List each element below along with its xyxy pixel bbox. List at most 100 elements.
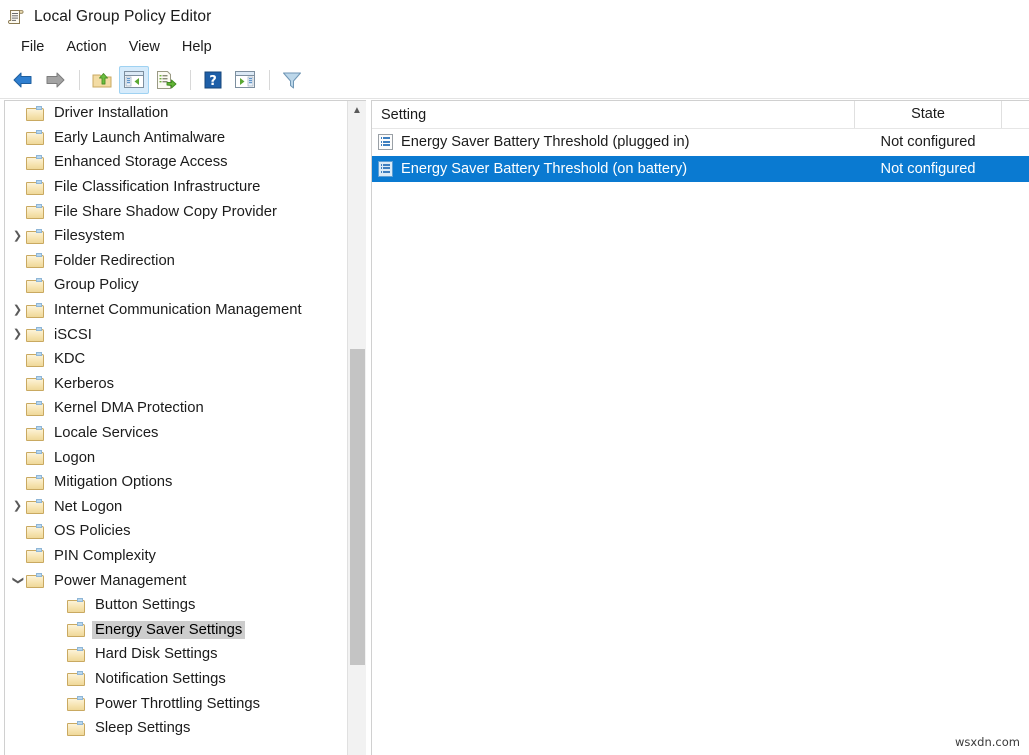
tree-list[interactable]: Driver Installation Early Launch Antimal… <box>5 101 346 755</box>
tree-item-hard-disk-settings[interactable]: Hard Disk Settings <box>5 642 346 667</box>
show-hide-action-pane-button[interactable] <box>230 66 260 94</box>
folder-icon <box>67 696 85 712</box>
tree-item-mitigation-options[interactable]: Mitigation Options <box>5 470 346 495</box>
folder-icon <box>26 376 44 392</box>
setting-name: Energy Saver Battery Threshold (plugged … <box>401 134 690 151</box>
tree-item-label: Power Throttling Settings <box>95 695 261 712</box>
tree-item-logon[interactable]: Logon <box>5 445 346 470</box>
column-header-state[interactable]: State <box>854 101 1002 128</box>
toolbar-separator <box>79 69 80 90</box>
tree-item-pin-complexity[interactable]: PIN Complexity <box>5 544 346 569</box>
folder-icon <box>67 597 85 613</box>
tree-item-folder-redirection[interactable]: Folder Redirection <box>5 249 346 274</box>
tree-item-net-logon[interactable]: ❯ Net Logon <box>5 495 346 520</box>
chevron-right-icon[interactable]: ❯ <box>9 304 26 316</box>
tree-item-label: OS Policies <box>54 523 131 540</box>
folder-icon <box>26 400 44 416</box>
tree-item-filesystem[interactable]: ❯ Filesystem <box>5 224 346 249</box>
cell-state: Not configured <box>880 134 976 151</box>
tree-item-sleep-settings[interactable]: Sleep Settings <box>5 716 346 741</box>
export-list-button[interactable] <box>151 66 181 94</box>
folder-icon <box>26 425 44 441</box>
tree-item-label: Hard Disk Settings <box>95 646 218 663</box>
tree-item-internet-communication-management[interactable]: ❯ Internet Communication Management <box>5 298 346 323</box>
menu-item-action[interactable]: Action <box>55 37 117 57</box>
tree-item-label: File Classification Infrastructure <box>54 179 261 196</box>
tree-vertical-scrollbar[interactable]: ▲ <box>347 101 366 755</box>
tree-item-enhanced-storage-access[interactable]: Enhanced Storage Access <box>5 150 346 175</box>
tree-item-kernel-dma-protection[interactable]: Kernel DMA Protection <box>5 396 346 421</box>
tree-item-kerberos[interactable]: Kerberos <box>5 372 346 397</box>
folder-icon <box>26 327 44 343</box>
toolbar: ? APPUALS <box>0 61 1029 174</box>
cell-state: Not configured <box>880 160 976 177</box>
tree-item-label: Notification Settings <box>95 670 226 687</box>
folder-icon <box>26 302 44 318</box>
back-button[interactable] <box>8 66 38 94</box>
up-one-level-button[interactable] <box>87 66 117 94</box>
folder-icon <box>26 499 44 515</box>
cell-setting: Energy Saver Battery Threshold (on batte… <box>372 160 854 177</box>
settings-list-body[interactable]: Energy Saver Battery Threshold (plugged … <box>372 129 1029 182</box>
scroll-up-arrow-icon[interactable]: ▲ <box>348 101 366 120</box>
tree-item-file-share-shadow-copy-provider[interactable]: File Share Shadow Copy Provider <box>5 199 346 224</box>
tree-item-kdc[interactable]: KDC <box>5 347 346 372</box>
tree-item-driver-installation[interactable]: Driver Installation <box>5 101 346 126</box>
menu-item-help[interactable]: Help <box>171 37 223 57</box>
tree-item-early-launch-antimalware[interactable]: Early Launch Antimalware <box>5 126 346 151</box>
tree-item-power-management[interactable]: ❯ Power Management <box>5 568 346 593</box>
scrollbar-thumb[interactable] <box>350 349 365 665</box>
title-bar: Local Group Policy Editor <box>0 0 1029 33</box>
column-header-setting[interactable]: Setting <box>372 107 854 123</box>
tree-item-energy-saver-settings[interactable]: Energy Saver Settings <box>5 617 346 642</box>
chevron-down-icon[interactable]: ❯ <box>12 572 24 589</box>
tree-item-file-classification-infrastructure[interactable]: File Classification Infrastructure <box>5 175 346 200</box>
chevron-right-icon[interactable]: ❯ <box>9 329 26 340</box>
tree-item-notification-settings[interactable]: Notification Settings <box>5 667 346 692</box>
folder-icon <box>26 523 44 539</box>
folder-icon <box>67 720 85 736</box>
tree-item-group-policy[interactable]: Group Policy <box>5 273 346 298</box>
folder-icon <box>26 351 44 367</box>
toolbar-separator <box>190 69 191 90</box>
settings-list-panel: Setting State Energy Saver Battery Thres… <box>371 100 1029 755</box>
menu-item-file[interactable]: File <box>10 37 55 57</box>
tree-item-label: Sleep Settings <box>95 720 191 737</box>
table-row[interactable]: Energy Saver Battery Threshold (plugged … <box>372 129 1029 156</box>
tree-item-iscsi[interactable]: ❯ iSCSI <box>5 322 346 347</box>
chevron-right-icon[interactable]: ❯ <box>9 501 26 512</box>
tree-item-label: Kerberos <box>54 375 115 392</box>
tree-item-button-settings[interactable]: Button Settings <box>5 593 346 618</box>
tree-item-label: Energy Saver Settings <box>92 620 246 639</box>
policy-setting-icon <box>378 160 393 177</box>
tree-item-label: iSCSI <box>54 326 92 343</box>
folder-icon <box>67 622 85 638</box>
main-content: Driver Installation Early Launch Antimal… <box>0 100 1029 755</box>
menu-item-view[interactable]: View <box>118 37 171 57</box>
show-hide-console-tree-button[interactable] <box>119 65 149 94</box>
chevron-right-icon[interactable]: ❯ <box>9 230 26 242</box>
folder-icon <box>26 154 44 170</box>
menu-bar: File Action View Help <box>0 33 1029 61</box>
help-button[interactable]: ? <box>198 66 228 94</box>
tree-item-label: Button Settings <box>95 597 196 614</box>
console-tree-panel: Driver Installation Early Launch Antimal… <box>4 100 366 755</box>
forward-button[interactable] <box>40 66 70 94</box>
tree-item-power-throttling-settings[interactable]: Power Throttling Settings <box>5 691 346 716</box>
funnel-filter-button[interactable] <box>277 66 307 94</box>
tree-item-os-policies[interactable]: OS Policies <box>5 519 346 544</box>
tree-item-locale-services[interactable]: Locale Services <box>5 421 346 446</box>
folder-icon <box>26 130 44 146</box>
table-row[interactable]: Energy Saver Battery Threshold (on batte… <box>372 155 1029 182</box>
